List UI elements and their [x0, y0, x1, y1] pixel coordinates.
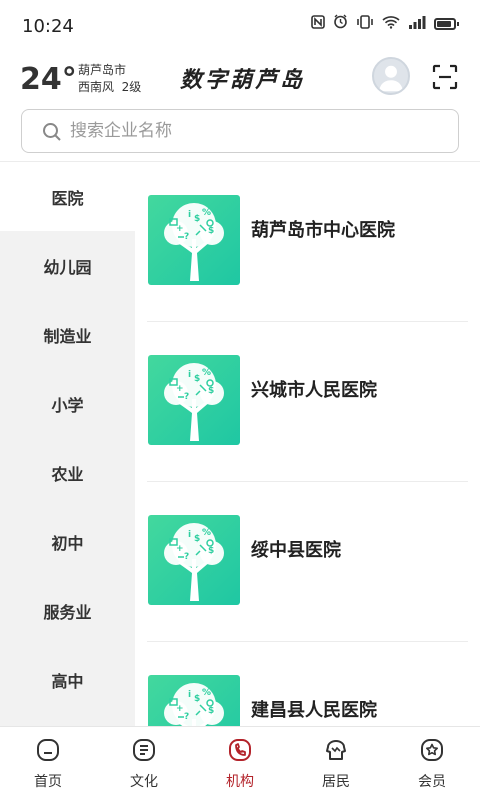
org-logo-icon: i $% + $? [148, 675, 240, 726]
status-bar: 10:24 [0, 0, 480, 54]
org-name: 兴城市人民医院 [251, 380, 377, 401]
svg-text:i: i [188, 370, 191, 380]
category-item-kindergarten[interactable]: 幼儿园 [0, 231, 135, 300]
organization-list: i $% + $? 葫芦岛市中心医院 i $% + $? 兴城市人民医院 i $% + $? 绥中… [135, 162, 480, 726]
org-name: 建昌县人民医院 [251, 700, 377, 721]
category-item-agriculture[interactable]: 农业 [0, 438, 135, 507]
avatar[interactable] [372, 57, 410, 95]
alarm-icon [333, 14, 348, 33]
search-box[interactable] [21, 109, 459, 153]
svg-text:$: $ [194, 214, 200, 224]
weather-city: 葫芦岛市 [78, 63, 127, 77]
institution-icon [229, 739, 251, 761]
nav-institution[interactable]: 机构 [192, 727, 288, 800]
nav-label: 机构 [226, 774, 254, 790]
weather-info: 葫芦岛市 西南风 2级 [78, 62, 141, 96]
nav-label: 文化 [130, 774, 158, 790]
category-item-primary-school[interactable]: 小学 [0, 369, 135, 438]
nav-resident[interactable]: 居民 [288, 727, 384, 800]
nav-label: 居民 [322, 774, 350, 790]
svg-text:%: % [202, 208, 211, 218]
culture-icon [133, 739, 155, 761]
wifi-icon [382, 15, 400, 33]
org-name: 绥中县医院 [251, 540, 341, 561]
svg-text:$: $ [208, 386, 214, 396]
svg-text:%: % [202, 368, 211, 378]
status-icons [311, 14, 459, 33]
svg-text:$: $ [208, 706, 214, 716]
svg-text:i: i [188, 690, 191, 700]
category-sidebar: 医院 幼儿园 制造业 小学 农业 初中 服务业 高中 [0, 162, 135, 726]
scan-icon[interactable] [432, 64, 458, 90]
svg-text:i: i [188, 530, 191, 540]
nav-member[interactable]: 会员 [384, 727, 480, 800]
org-logo-icon: i $% + $? [148, 515, 240, 605]
battery-icon [434, 17, 459, 30]
category-item-high-school[interactable]: 高中 [0, 645, 135, 714]
svg-text:$: $ [194, 694, 200, 704]
app-title: 数字葫芦岛 [180, 67, 306, 93]
nav-culture[interactable]: 文化 [96, 727, 192, 800]
temperature: 24° [20, 62, 77, 97]
home-icon [37, 739, 59, 761]
vibrate-icon [356, 14, 374, 33]
category-item-middle-school[interactable]: 初中 [0, 507, 135, 576]
list-item[interactable]: i $% + $? 建昌县人民医院 [147, 642, 468, 726]
svg-text:$: $ [208, 226, 214, 236]
svg-text:$: $ [208, 546, 214, 556]
svg-text:%: % [202, 688, 211, 698]
svg-text:%: % [202, 528, 211, 538]
status-time: 10:24 [22, 16, 74, 37]
svg-text:?: ? [184, 552, 189, 562]
list-item[interactable]: i $% + $? 葫芦岛市中心医院 [147, 162, 468, 322]
svg-text:?: ? [184, 232, 189, 242]
nav-label: 会员 [418, 774, 446, 790]
svg-text:?: ? [184, 712, 189, 722]
header: 24° 葫芦岛市 西南风 2级 数字葫芦岛 [0, 54, 480, 106]
svg-text:$: $ [194, 374, 200, 384]
org-logo-icon: i $% + $? [148, 355, 240, 445]
nav-home[interactable]: 首页 [0, 727, 96, 800]
search-icon [43, 123, 61, 141]
svg-text:?: ? [184, 392, 189, 402]
signal-icon [408, 15, 426, 33]
svg-text:$: $ [194, 534, 200, 544]
weather-wind: 西南风 2级 [78, 80, 142, 94]
category-item-hospital[interactable]: 医院 [0, 162, 135, 231]
list-item[interactable]: i $% + $? 绥中县医院 [147, 482, 468, 642]
bottom-nav: 首页 文化 机构 居民 会员 [0, 726, 480, 800]
category-item-service[interactable]: 服务业 [0, 576, 135, 645]
list-item[interactable]: i $% + $? 兴城市人民医院 [147, 322, 468, 482]
svg-text:i: i [188, 210, 191, 220]
nfc-icon [311, 14, 325, 33]
search-input[interactable] [70, 110, 440, 152]
resident-icon [326, 740, 346, 760]
org-logo-icon: i $% + $? [148, 195, 240, 285]
member-icon [421, 739, 443, 761]
category-item-manufacturing[interactable]: 制造业 [0, 300, 135, 369]
battery-level [437, 20, 451, 27]
org-name: 葫芦岛市中心医院 [251, 220, 395, 241]
nav-label: 首页 [34, 774, 62, 790]
